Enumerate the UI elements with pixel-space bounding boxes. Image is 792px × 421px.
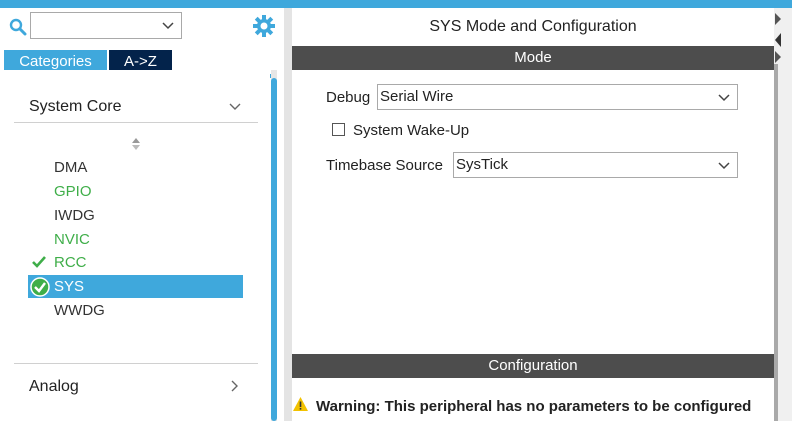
chevron-down-icon[interactable] [718, 93, 730, 102]
timebase-select-value: SysTick [456, 156, 508, 173]
collapse-icon[interactable] [774, 12, 782, 26]
chevron-down-icon[interactable] [162, 21, 174, 30]
chevron-down-icon[interactable] [718, 161, 730, 170]
list-item-iwdg[interactable]: IWDG [28, 204, 243, 227]
list-item-label: RCC [54, 254, 87, 271]
list-item-label: IWDG [54, 207, 95, 224]
list-item-dma[interactable]: DMA [28, 156, 243, 179]
list-item-nvic[interactable]: NVIC [28, 228, 243, 251]
wakeup-checkbox[interactable] [332, 123, 345, 136]
section-system-core[interactable]: System Core [29, 98, 121, 116]
side-strip [774, 64, 778, 421]
list-item-rcc[interactable]: RCC [28, 251, 243, 274]
top-accent-bar [0, 0, 792, 8]
section-analog[interactable]: Analog [29, 378, 79, 396]
gear-icon[interactable] [253, 15, 275, 37]
collapse-icon[interactable] [774, 32, 782, 48]
list-item-label: DMA [54, 159, 88, 176]
chevron-right-icon[interactable] [230, 380, 240, 392]
right-side-toolbar [774, 8, 792, 421]
checkmark-icon [32, 256, 46, 268]
debug-label: Debug [326, 89, 371, 106]
wakeup-label[interactable]: System Wake-Up [353, 122, 469, 139]
list-item-label: SYS [54, 278, 85, 295]
configuration-header: Configuration [292, 354, 774, 378]
chevron-down-icon[interactable] [229, 102, 241, 112]
debug-select[interactable]: Serial Wire [377, 84, 738, 110]
list-item-label: GPIO [54, 183, 92, 200]
scrollbar-thumb[interactable] [271, 78, 277, 421]
list-item-gpio[interactable]: GPIO [28, 180, 243, 203]
check-circle-icon [30, 277, 50, 297]
mode-config-panel: SYS Mode and Configuration Mode Debug Se… [292, 8, 774, 421]
list-item-label: WWDG [54, 302, 105, 319]
mode-header: Mode [292, 46, 774, 70]
section-separator [14, 122, 258, 123]
warning-message: Warning: This peripheral has no paramete… [316, 398, 752, 415]
warning-icon [293, 397, 308, 411]
page-title: SYS Mode and Configuration [429, 18, 637, 35]
panel-splitter[interactable] [284, 8, 292, 421]
debug-select-value: Serial Wire [380, 88, 454, 105]
category-tree: System Core DMA GPIO IWDG NVIC RCC SYS W… [0, 70, 270, 413]
timebase-label: Timebase Source [326, 157, 443, 174]
search-combo[interactable] [30, 12, 182, 39]
sort-icon[interactable] [131, 137, 141, 151]
search-icon[interactable] [9, 18, 27, 36]
list-item-label: NVIC [54, 231, 90, 248]
list-item-wwdg[interactable]: WWDG [28, 299, 243, 322]
timebase-select[interactable]: SysTick [453, 152, 738, 178]
collapse-icon[interactable] [774, 50, 782, 64]
section-separator [14, 363, 258, 364]
list-item-sys[interactable]: SYS [28, 275, 243, 298]
